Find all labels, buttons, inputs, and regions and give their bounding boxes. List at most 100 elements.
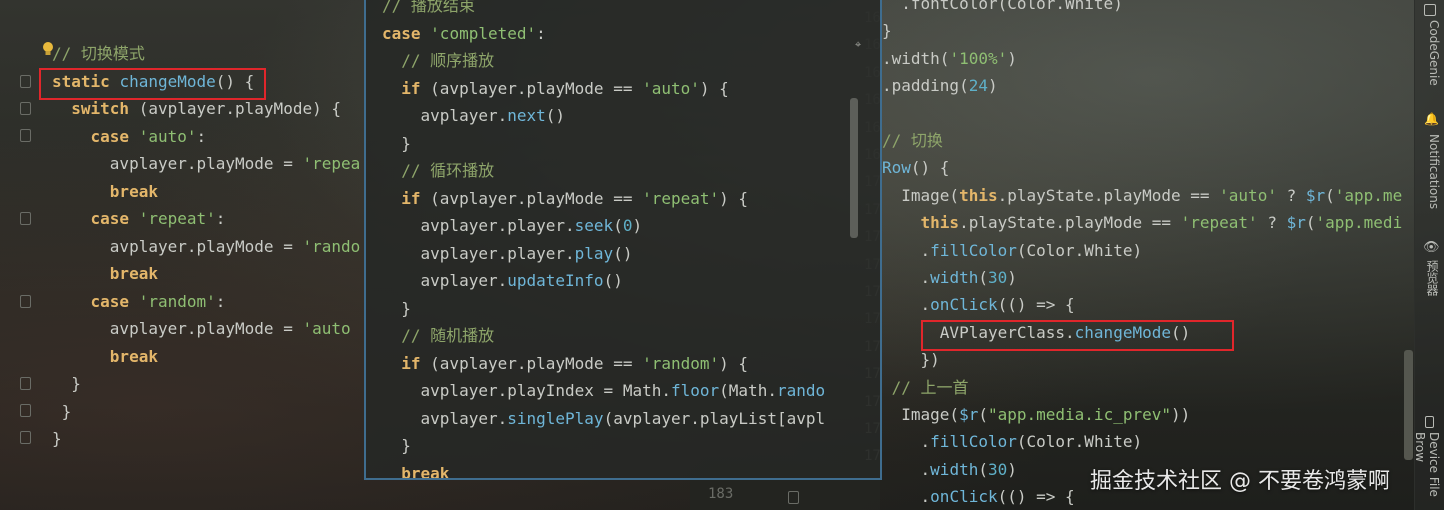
code-line[interactable]: .width('100%') (882, 45, 1017, 72)
lightbulb-icon[interactable] (42, 41, 54, 55)
code-token: (avplayer.playMode == (420, 78, 643, 98)
code-line[interactable]: if (avplayer.playMode == 'random') { (382, 350, 748, 377)
code-line[interactable]: avplayer.next() (382, 102, 566, 129)
code-line[interactable]: } (382, 130, 411, 157)
code-token: singlePlay (507, 408, 604, 428)
code-line[interactable]: break (52, 178, 158, 205)
code-line[interactable]: // 上一首 (882, 374, 969, 401)
code-line[interactable]: } (52, 398, 72, 425)
code-token: break (52, 181, 158, 201)
highlight-box-changeMode-definition (39, 68, 266, 100)
code-token: 30 (987, 459, 1008, 479)
code-line[interactable]: avplayer.playMode = 'rando (52, 233, 360, 260)
code-line[interactable]: .fillColor(Color.White) (882, 428, 1143, 455)
sidebar-item-notifications[interactable]: 🔔 Notifications (1415, 112, 1444, 222)
code-line[interactable]: this.playState.playMode == 'repeat' ? $r… (882, 209, 1403, 236)
fold-marker[interactable] (788, 491, 799, 504)
code-line[interactable]: if (avplayer.playMode == 'auto') { (382, 75, 729, 102)
code-line[interactable]: avplayer.player.seek(0) (382, 212, 643, 239)
code-token: } (52, 374, 81, 393)
code-line[interactable]: Row() { (882, 154, 949, 181)
code-line[interactable]: avplayer.playMode = 'repea (52, 150, 360, 177)
fold-marker[interactable] (20, 212, 31, 225)
fold-marker[interactable] (20, 295, 31, 308)
codegenie-icon (1424, 4, 1436, 16)
popup-marker: ⌖ (855, 38, 862, 51)
fold-marker[interactable] (20, 129, 31, 142)
scrollbar[interactable] (1404, 350, 1413, 460)
code-line[interactable]: // 切换 (882, 127, 943, 154)
code-token: width (930, 268, 979, 287)
code-token: 'repeat' (1180, 213, 1258, 233)
code-token: : (215, 291, 226, 311)
code-token: if (382, 188, 421, 208)
code-token: case (52, 291, 130, 311)
code-line[interactable]: break (382, 460, 449, 479)
code-token: avplayer. (382, 408, 508, 428)
code-line[interactable]: avplayer.player.play() (382, 240, 633, 267)
code-line[interactable]: avplayer.playMode = 'auto (52, 315, 351, 342)
code-line[interactable]: .fontColor(Color.White) (882, 0, 1123, 17)
sidebar-item-previewer[interactable]: 👁 预览器 (1415, 238, 1444, 308)
code-line[interactable]: } (52, 370, 81, 397)
code-line[interactable]: } (52, 425, 62, 452)
popup-scrollbar[interactable] (850, 98, 858, 238)
code-line[interactable]: avplayer.singlePlay(avplayer.playList[av… (382, 405, 826, 432)
code-token: switch (52, 99, 130, 118)
code-token: )) (1171, 405, 1191, 424)
code-line[interactable]: // 顺序播放 (382, 47, 494, 74)
code-line[interactable]: // 循环播放 (382, 157, 494, 184)
code-line[interactable]: Image($r("app.media.ic_prev")) (882, 401, 1190, 428)
code-line[interactable]: // 播放结束 (382, 0, 475, 19)
code-line[interactable]: avplayer.updateInfo() (382, 267, 623, 294)
code-line[interactable]: break (52, 260, 158, 287)
code-token: (Math. (719, 381, 777, 400)
code-line[interactable]: .padding(24) (882, 72, 998, 99)
code-line[interactable]: case 'completed': (382, 20, 546, 47)
code-token: // 播放结束 (382, 0, 475, 15)
code-line[interactable]: } (382, 295, 411, 322)
code-token: break (52, 264, 158, 283)
fold-marker[interactable] (20, 404, 31, 417)
code-token: (Color.White) (1016, 240, 1143, 260)
code-token: $r (959, 405, 979, 424)
sidebar-item-codegenie[interactable]: CodeGenie (1415, 4, 1444, 94)
code-token: . (882, 295, 931, 315)
code-line[interactable]: // 随机播放 (382, 322, 494, 349)
code-line[interactable]: case 'auto': (52, 123, 207, 150)
code-line[interactable]: .fillColor(Color.White) (882, 237, 1143, 264)
code-token: ( (1325, 185, 1335, 205)
definition-popup[interactable]: // 播放结束 case 'completed': // 顺序播放 if (avp… (364, 0, 882, 480)
fold-marker[interactable] (20, 102, 31, 115)
code-token: avplayer.player. (382, 243, 575, 263)
code-line[interactable]: } (382, 432, 411, 459)
sidebar-item-device-file-browser[interactable]: Device File Brow (1413, 416, 1444, 510)
code-line[interactable]: .onClick(() => { (882, 291, 1075, 318)
code-line[interactable]: // 切换模式 (52, 40, 145, 67)
code-token: . (882, 240, 931, 260)
code-line[interactable]: .width(30) (882, 264, 1017, 291)
code-line[interactable]: if (avplayer.playMode == 'repeat') { (382, 185, 748, 212)
code-line[interactable]: avplayer.playIndex = Math.floor(Math.ran… (382, 377, 826, 404)
code-token: } (52, 401, 72, 421)
code-line[interactable]: Image(this.playState.playMode == 'auto' … (882, 182, 1402, 209)
code-token: this (920, 213, 960, 233)
right-editor[interactable]: .fontColor(Color.White)} .width('100%') .p… (882, 0, 1414, 510)
code-line[interactable]: .width(30) (882, 456, 1017, 483)
fold-marker[interactable] (20, 377, 31, 390)
code-line[interactable]: case 'repeat': (52, 205, 226, 232)
code-token: break (52, 346, 158, 366)
code-token: // 顺序播放 (382, 51, 495, 70)
code-token: 30 (987, 268, 1008, 287)
code-token: ) { (719, 188, 749, 208)
code-line[interactable]: break (52, 343, 158, 370)
code-token: : (196, 126, 207, 146)
code-token: } (382, 436, 411, 455)
code-line[interactable]: case 'random': (52, 288, 226, 315)
code-line[interactable]: } (882, 17, 892, 44)
code-line[interactable]: .onClick(() => { (882, 483, 1075, 510)
fold-marker[interactable] (20, 75, 31, 88)
fold-marker[interactable] (20, 431, 31, 444)
